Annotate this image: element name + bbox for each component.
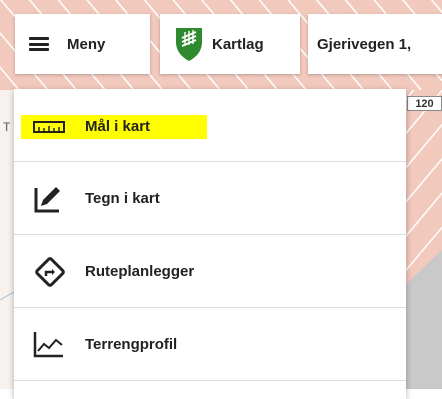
menu-button[interactable]: Meny (15, 14, 150, 74)
ruler-icon (33, 121, 65, 133)
menu-item-measure[interactable]: Mål i kart (14, 89, 406, 162)
layers-button[interactable]: Kartlag (160, 14, 300, 74)
menu-item-label: Mål i kart (85, 118, 151, 135)
hamburger-icon (29, 37, 49, 51)
menu-item-terrain-profile[interactable]: Terrengprofil (14, 308, 406, 381)
menu-item-label: Tegn i kart (85, 189, 160, 207)
menu-item-label: Terrengprofil (85, 335, 178, 353)
map-edge-letter: T (3, 120, 11, 134)
menu-button-label: Meny (67, 35, 106, 53)
address-search-button[interactable]: Gjerivegen 1, (308, 14, 442, 74)
layers-button-label: Kartlag (212, 35, 264, 53)
terrain-profile-icon (33, 330, 65, 358)
draw-pencil-icon (33, 184, 63, 214)
road-number-label: 120 (407, 96, 442, 111)
route-sign-icon (33, 255, 67, 289)
menu-item-label: Ruteplanlegger (85, 262, 195, 280)
menu-item-route-planner[interactable]: Ruteplanlegger (14, 235, 406, 308)
menu-item-draw[interactable]: Tegn i kart (14, 162, 406, 235)
coat-of-arms-icon (174, 26, 204, 62)
address-label: Gjerivegen 1, (317, 35, 412, 53)
menu-dropdown: Mål i kart Tegn i kart Ruteplanlegger Te… (14, 89, 406, 399)
